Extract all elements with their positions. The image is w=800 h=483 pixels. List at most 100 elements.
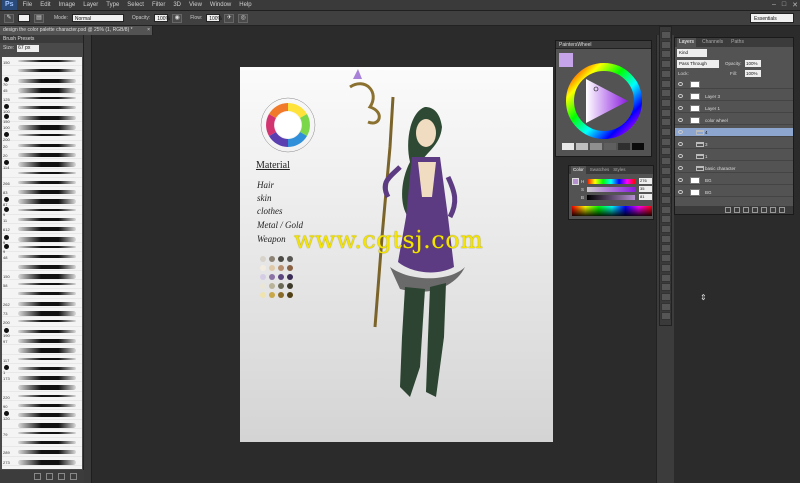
brush-preset-row[interactable]: 1 <box>2 364 82 375</box>
tool-icon[interactable] <box>661 292 671 301</box>
tool-icon[interactable] <box>661 215 671 224</box>
eye-icon[interactable] <box>678 94 683 98</box>
tool-icon[interactable] <box>661 244 671 253</box>
brush-preset-row[interactable]: 273 <box>2 457 82 467</box>
tool-icon[interactable] <box>661 60 671 69</box>
tab-paths[interactable]: Paths <box>729 38 746 47</box>
tool-icon[interactable] <box>661 50 671 59</box>
menu-help[interactable]: Help <box>239 2 251 8</box>
new-preset-icon[interactable] <box>58 473 65 480</box>
tool-icon[interactable] <box>661 128 671 136</box>
brush-preset-row[interactable]: 266 <box>2 178 82 188</box>
brush-preset-row[interactable]: 173 <box>2 373 82 383</box>
brush-preset-row[interactable]: 83 <box>2 187 82 197</box>
menu-window[interactable]: Window <box>210 2 231 8</box>
brush-preset-row[interactable]: 125 <box>2 94 82 104</box>
brush-preset-row[interactable]: 20 <box>2 150 82 160</box>
layer-row[interactable]: basic character <box>675 164 793 174</box>
tool-icon[interactable] <box>661 108 671 117</box>
eye-icon[interactable] <box>678 106 683 110</box>
brush-preset-row[interactable]: 117 <box>2 355 82 364</box>
brush-preset-row[interactable]: 45 <box>2 85 82 95</box>
tool-icon[interactable] <box>661 79 671 88</box>
brush-preset-row[interactable]: 70 <box>2 76 82 87</box>
brush-preset-row[interactable]: 120 <box>2 410 82 421</box>
brush-preset-row[interactable]: 48 <box>2 252 82 262</box>
minimize-button[interactable]: – <box>772 1 776 9</box>
pressure-opacity-icon[interactable]: ◉ <box>172 13 183 23</box>
layer-row[interactable] <box>675 80 793 90</box>
tool-icon[interactable] <box>661 263 671 272</box>
saturation-slider[interactable] <box>587 187 635 192</box>
layer-opacity-input[interactable]: 100% <box>745 60 761 67</box>
tool-icon[interactable] <box>661 283 671 292</box>
brush-preset-row[interactable]: 612 <box>2 224 82 234</box>
tool-icon[interactable] <box>661 176 671 185</box>
layer-row[interactable]: color wheel <box>675 116 793 126</box>
brush-size-picker[interactable] <box>18 14 30 22</box>
eye-icon[interactable] <box>678 154 683 158</box>
brush-preset-row[interactable]: 200 <box>2 131 82 142</box>
brush-preset-row[interactable]: 100 <box>2 103 82 114</box>
brush-preset-row[interactable] <box>2 169 82 178</box>
painters-wheel-svg[interactable] <box>556 49 651 156</box>
brush-preset-row[interactable] <box>2 420 82 429</box>
tool-icon[interactable] <box>661 166 671 175</box>
tab-color[interactable]: Color <box>571 166 586 174</box>
eye-icon[interactable] <box>678 142 683 146</box>
brush-preset-row[interactable]: 97 <box>2 336 82 346</box>
brush-preset-row[interactable]: 11 <box>2 215 82 225</box>
size-input[interactable]: 67 px <box>17 44 40 52</box>
brightness-input[interactable]: 81 <box>639 194 652 200</box>
brush-preset-row[interactable] <box>2 262 82 271</box>
layer-row[interactable]: 3 <box>675 140 793 150</box>
tool-icon[interactable] <box>661 205 671 214</box>
tool-icon[interactable] <box>661 273 671 282</box>
kind-filter[interactable]: Kind <box>677 49 707 57</box>
tab-styles[interactable]: Styles <box>613 166 625 174</box>
eye-icon[interactable] <box>678 166 683 170</box>
blend-mode-select[interactable]: Pass Through <box>677 60 719 68</box>
brightness-slider[interactable] <box>587 195 635 200</box>
brush-preset-row[interactable]: 220 <box>2 392 82 401</box>
eye-icon[interactable] <box>678 130 683 134</box>
eye-icon[interactable] <box>678 82 683 86</box>
tool-icon[interactable] <box>661 89 671 98</box>
tool-icon[interactable] <box>661 118 671 127</box>
brush-preset-row[interactable]: 190 <box>2 327 82 338</box>
tool-icon[interactable] <box>661 312 671 321</box>
menu-file[interactable]: File <box>23 2 33 8</box>
menu-layer[interactable]: Layer <box>83 2 98 8</box>
brush-preset-row[interactable]: 73 <box>2 308 82 318</box>
close-tab-icon[interactable]: × <box>147 26 150 35</box>
hue-input[interactable]: 276 <box>639 178 652 184</box>
adjustment-icon[interactable] <box>752 207 758 213</box>
brush-panel-toggle-icon[interactable]: ▤ <box>34 13 44 23</box>
tool-icon[interactable] <box>661 254 671 263</box>
mode-select[interactable]: Normal <box>71 14 124 22</box>
layer-row[interactable]: BG <box>675 188 793 198</box>
brush-preset-row[interactable]: 114 <box>2 159 82 170</box>
brush-preset-row[interactable]: 150 <box>2 57 82 67</box>
tool-icon[interactable] <box>661 147 671 156</box>
eye-icon[interactable] <box>678 118 683 122</box>
layer-row[interactable]: BG <box>675 176 793 186</box>
layer-row[interactable]: 1 <box>675 152 793 162</box>
tool-icon[interactable] <box>661 137 671 146</box>
tool-icon[interactable] <box>661 40 671 49</box>
brush-preset-list[interactable]: 150 70 45 125 100 150 100 200 20 20 114 266 83 87 9 11 6… <box>2 57 82 469</box>
brush-preset-row[interactable]: 100 <box>2 122 82 132</box>
tool-icon[interactable] <box>661 234 671 243</box>
menu-filter[interactable]: Filter <box>152 2 165 8</box>
tab-channels[interactable]: Channels <box>700 38 725 47</box>
tool-icon[interactable] <box>661 157 671 166</box>
tool-icon[interactable] <box>661 31 671 39</box>
brush-preset-row[interactable]: 9 <box>2 234 82 245</box>
brush-preset-row[interactable]: 9 <box>2 243 82 254</box>
brush-preset-row[interactable] <box>2 382 82 392</box>
flow-input[interactable]: 100% <box>206 14 222 22</box>
brush-preset-row[interactable]: 79 <box>2 429 82 439</box>
menu-view[interactable]: View <box>189 2 202 8</box>
brush-preset-row[interactable]: 289 <box>2 447 82 457</box>
tool-icon[interactable] <box>661 69 671 78</box>
